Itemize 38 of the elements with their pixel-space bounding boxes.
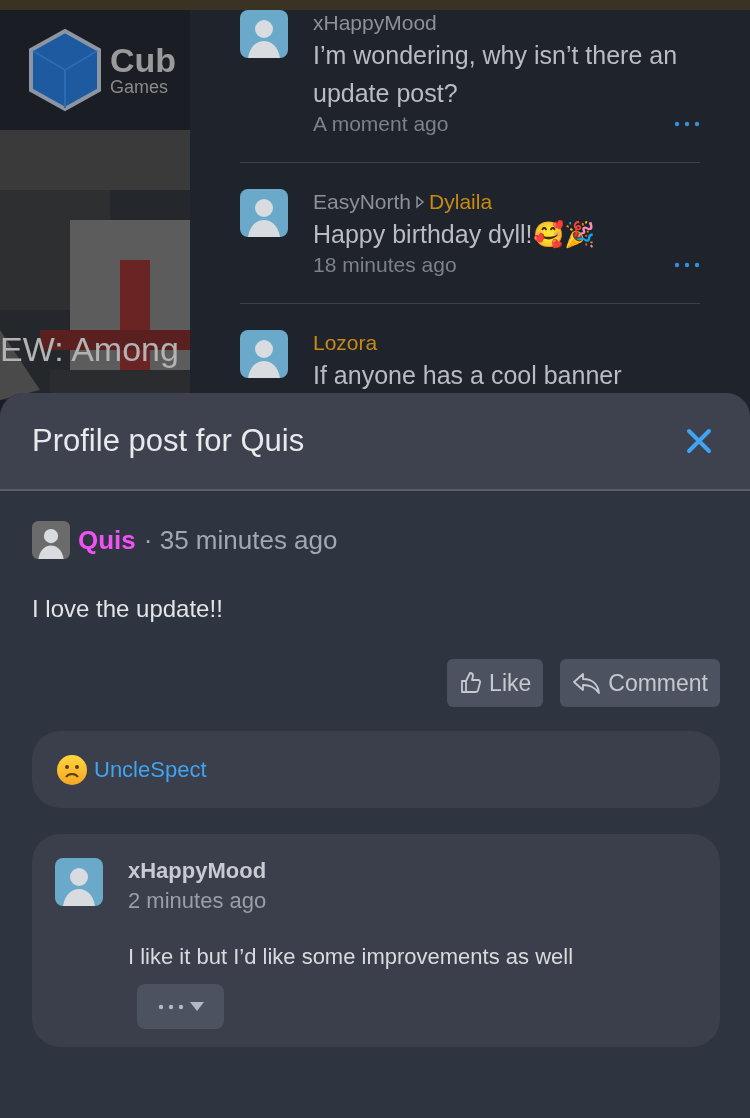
avatar bbox=[55, 858, 103, 906]
more-icon[interactable] bbox=[674, 121, 700, 127]
author-name[interactable]: Quis bbox=[78, 524, 136, 556]
thumbs-up-icon bbox=[459, 671, 484, 695]
logo-text: Cub bbox=[110, 42, 177, 77]
post-message: Happy birthday dyll!🥰🎉 bbox=[313, 219, 596, 251]
frowning-face-icon bbox=[56, 753, 88, 786]
author-name[interactable]: EasyNorth bbox=[313, 189, 412, 215]
avatar bbox=[32, 521, 70, 559]
caret-icon bbox=[189, 1002, 204, 1011]
more-icon[interactable] bbox=[674, 262, 700, 268]
dialog-title: Profile post for Quis bbox=[32, 423, 305, 459]
reply-icon bbox=[572, 671, 603, 695]
article-headline[interactable]: EW: Among bbox=[0, 330, 179, 369]
comment-time: 2 minutes ago bbox=[128, 888, 268, 914]
author-name[interactable]: xHappyMood bbox=[313, 10, 437, 36]
comment-body: I like it but I’d like some improvements as well bbox=[128, 944, 575, 970]
close-icon[interactable] bbox=[686, 428, 712, 454]
post-time: A moment ago bbox=[313, 112, 449, 136]
reaction-user-link[interactable]: UncleSpect bbox=[94, 756, 207, 783]
post-message: I’m wondering, why isn’t there an update post? bbox=[313, 40, 679, 109]
more-button[interactable] bbox=[137, 984, 224, 1029]
avatar bbox=[240, 10, 288, 58]
comment-button[interactable]: Comment bbox=[560, 659, 720, 707]
post-time: · 35 minutes ago bbox=[143, 524, 338, 556]
comment-author[interactable]: xHappyMood bbox=[128, 858, 697, 884]
post-message: If anyone has a cool banner bbox=[313, 360, 623, 391]
post-body: I love the update!! bbox=[32, 595, 224, 623]
triangle-icon bbox=[415, 195, 426, 209]
author-name[interactable]: Lozora bbox=[313, 330, 378, 356]
more-icon[interactable] bbox=[157, 1003, 184, 1010]
cube-logo-icon bbox=[28, 28, 102, 112]
recipient-name[interactable]: Dylaila bbox=[429, 189, 493, 215]
like-button[interactable]: Like bbox=[447, 659, 544, 707]
avatar bbox=[240, 189, 288, 237]
avatar bbox=[240, 330, 288, 378]
logo-tagline: Games bbox=[110, 76, 170, 98]
post-time: 18 minutes ago bbox=[313, 253, 457, 277]
